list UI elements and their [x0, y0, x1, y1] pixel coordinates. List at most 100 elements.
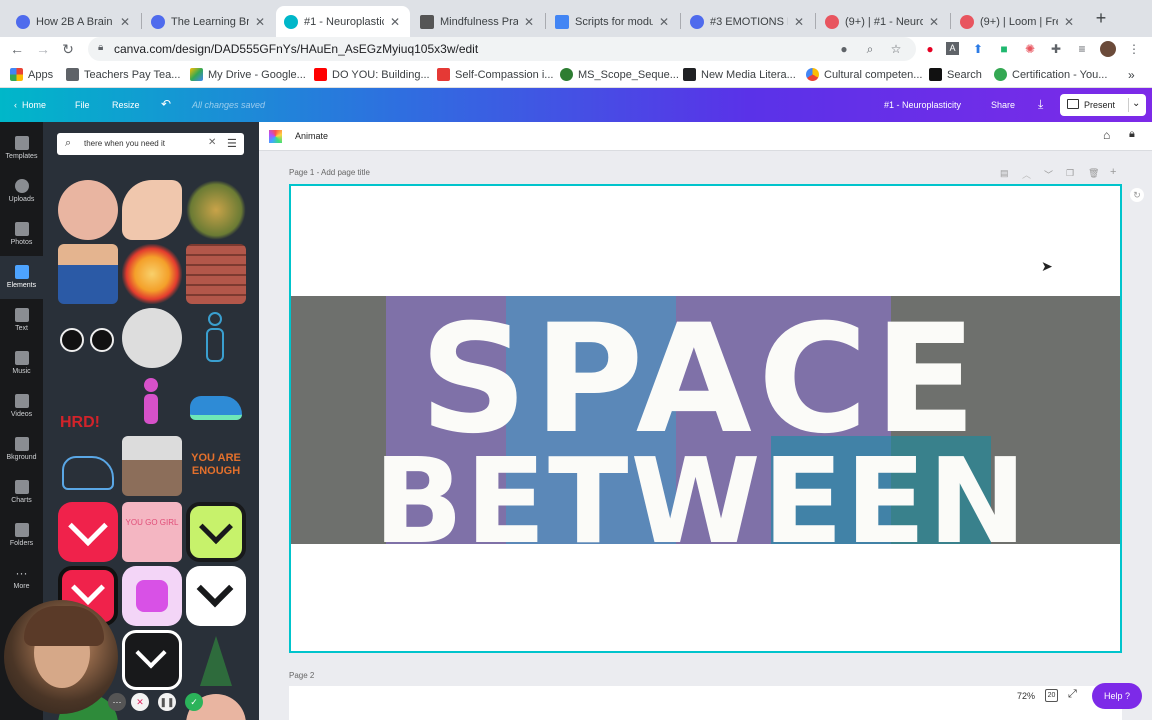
green-chevron-badge[interactable] [186, 502, 246, 562]
design-page-1[interactable]: SPACE BETWEEN ➤ [289, 184, 1122, 653]
tab-emotions[interactable]: #3 EMOTIONS DR ✕ [682, 6, 814, 37]
page-1-label[interactable]: Page 1 - Add page title [289, 168, 370, 177]
cancel-recording-icon[interactable]: ✕ [131, 693, 149, 711]
rail-uploads[interactable]: Uploads [0, 170, 43, 213]
bookmark-my-drive[interactable]: My Drive - Google... [190, 68, 306, 81]
file-menu-button[interactable]: File [75, 100, 90, 110]
tree-sticker[interactable] [186, 630, 246, 690]
bookmark-do-you[interactable]: DO YOU: Building... [314, 68, 430, 81]
document-title[interactable]: #1 - Neuroplasticity [884, 100, 961, 110]
rail-charts[interactable]: Charts [0, 471, 43, 514]
close-icon[interactable]: ✕ [522, 15, 536, 29]
tab-how-2b[interactable]: How 2B A Brain Bo ✕ [8, 6, 140, 37]
color-picker-icon[interactable] [269, 130, 282, 143]
duplicate-page-icon[interactable]: ❐ [1066, 168, 1074, 179]
reload-icon[interactable]: ↻ [59, 40, 77, 58]
rail-background[interactable]: Bkground [0, 428, 43, 471]
thumbs-point-sticker[interactable] [122, 180, 182, 240]
tab-loom-free[interactable]: (9+) | Loom | Free ✕ [952, 6, 1084, 37]
medallion-sticker[interactable] [186, 180, 246, 240]
pink-person-sticker[interactable] [122, 372, 182, 432]
finish-recording-icon[interactable]: ✓ [185, 693, 203, 711]
present-button[interactable]: Present ⌄ [1060, 94, 1146, 116]
chevron-up-icon[interactable]: ︿ [1022, 168, 1031, 181]
bookmark-cultural[interactable]: Cultural competen... [806, 68, 922, 81]
puzzle-extension-icon[interactable]: ✚ [1048, 41, 1064, 57]
zoom-level[interactable]: 72% [1017, 691, 1035, 701]
rail-folders[interactable]: Folders [0, 514, 43, 557]
sneaker-sticker[interactable] [186, 372, 246, 432]
bird-extension-icon[interactable]: ⬆ [970, 41, 986, 57]
chevron-down-icon[interactable]: ⌄ [1132, 98, 1140, 109]
purple-chevron-badge[interactable] [122, 566, 182, 626]
pause-recording-icon[interactable]: ❚❚ [158, 693, 176, 711]
close-icon[interactable]: ✕ [118, 15, 132, 29]
page-notes-icon[interactable]: ▤ [1000, 168, 1009, 179]
bookmarks-overflow-icon[interactable]: » [1128, 68, 1135, 82]
bookmark-ms-scope[interactable]: MS_Scope_Seque... [560, 68, 679, 81]
rail-elements[interactable]: Elements [0, 256, 43, 299]
close-icon[interactable]: ✕ [927, 15, 941, 29]
url-text[interactable]: canva.com/design/DAD555GFnYs/HAuEn_AsEGz… [114, 42, 478, 56]
rail-music[interactable]: Music [0, 342, 43, 385]
you-go-girl-sticker[interactable]: YOU GO GIRL [122, 502, 182, 562]
download-icon[interactable]: ⤓ [1038, 97, 1043, 112]
eyes-sticker[interactable] [58, 308, 118, 368]
bookmark-teachers-pay[interactable]: Teachers Pay Tea... [66, 68, 180, 81]
you-are-enough-sticker[interactable]: YOU ARE ENOUGH [186, 436, 246, 496]
bookmark-search[interactable]: Search [929, 68, 982, 81]
webcam-bubble[interactable] [4, 600, 118, 714]
back-arrow-icon[interactable]: ← [8, 40, 26, 58]
help-button[interactable]: Help ? [1092, 683, 1142, 709]
tab-mindfulness[interactable]: Mindfulness Pract ✕ [412, 6, 544, 37]
bookmark-self-compassion[interactable]: Self-Compassion i... [437, 68, 553, 81]
bookmark-apps[interactable]: Apps [10, 68, 53, 81]
delete-page-icon[interactable]: 🗑︎ [1088, 168, 1099, 179]
rail-text[interactable]: Text [0, 299, 43, 342]
tab-learning-brain[interactable]: The Learning Brai ✕ [143, 6, 275, 37]
undo-icon[interactable]: ↶ [161, 97, 171, 111]
fist-wall-sticker[interactable] [186, 244, 246, 304]
white-chevron-badge[interactable] [186, 566, 246, 626]
close-icon[interactable]: ✕ [1062, 15, 1076, 29]
tab-scripts[interactable]: Scripts for module ✕ [547, 6, 679, 37]
address-bar[interactable]: 🔒︎ canva.com/design/DAD555GFnYs/HAuEn_As… [88, 37, 916, 61]
bookmark-new-media[interactable]: New Media Litera... [683, 68, 796, 81]
resize-button[interactable]: Resize [112, 100, 140, 110]
rail-more[interactable]: ··· More [0, 557, 43, 600]
lock-icon[interactable]: 🔒︎ [1129, 128, 1135, 141]
rail-templates[interactable]: Templates [0, 127, 43, 170]
chevron-down-icon[interactable]: ﹀ [1044, 168, 1053, 181]
bookmark-certification[interactable]: Certification - You... [994, 68, 1107, 81]
close-icon[interactable]: ✕ [657, 15, 671, 29]
microphone-icon[interactable]: ● [836, 41, 852, 57]
add-page-icon[interactable]: + [1110, 166, 1116, 178]
profile-avatar[interactable] [1100, 41, 1116, 57]
hero-sticker[interactable] [122, 436, 182, 496]
red-chevron-badge[interactable] [58, 502, 118, 562]
foot-outline-sticker[interactable] [58, 436, 118, 496]
media-control-icon[interactable]: ≡ [1074, 41, 1090, 57]
close-icon[interactable]: ✕ [792, 15, 806, 29]
animate-button[interactable]: Animate [295, 131, 328, 141]
clear-icon[interactable]: ✕ [208, 137, 216, 148]
zoom-search-icon[interactable]: ⌕ [862, 41, 878, 57]
pinterest-extension-icon[interactable]: ● [922, 41, 938, 57]
text-extension-icon[interactable]: A [946, 42, 959, 55]
rail-videos[interactable]: Videos [0, 385, 43, 428]
page-grid-icon[interactable]: 20 [1045, 689, 1058, 702]
design-page-2[interactable] [289, 686, 1122, 726]
tab-neuroplasticity[interactable]: #1 - Neuroplasticit ✕ [276, 6, 410, 37]
comic-burst-sticker[interactable] [122, 244, 182, 304]
pointing-hand-sticker[interactable] [58, 180, 118, 240]
element-search-input[interactable]: ⌕ there when you need it ✕ ☰ [57, 133, 244, 155]
filter-sliders-icon[interactable]: ☰ [227, 137, 237, 150]
home-button[interactable]: ‹ Home [14, 100, 46, 110]
close-icon[interactable]: ✕ [388, 15, 402, 29]
grammar-extension-icon[interactable]: ■ [996, 41, 1012, 57]
close-icon[interactable]: ✕ [253, 15, 267, 29]
forward-arrow-icon[interactable]: → [34, 40, 52, 58]
person-outline-sticker[interactable] [186, 308, 246, 368]
man-pointing-sticker[interactable] [58, 244, 118, 304]
outline-chevron-badge[interactable] [122, 630, 182, 690]
